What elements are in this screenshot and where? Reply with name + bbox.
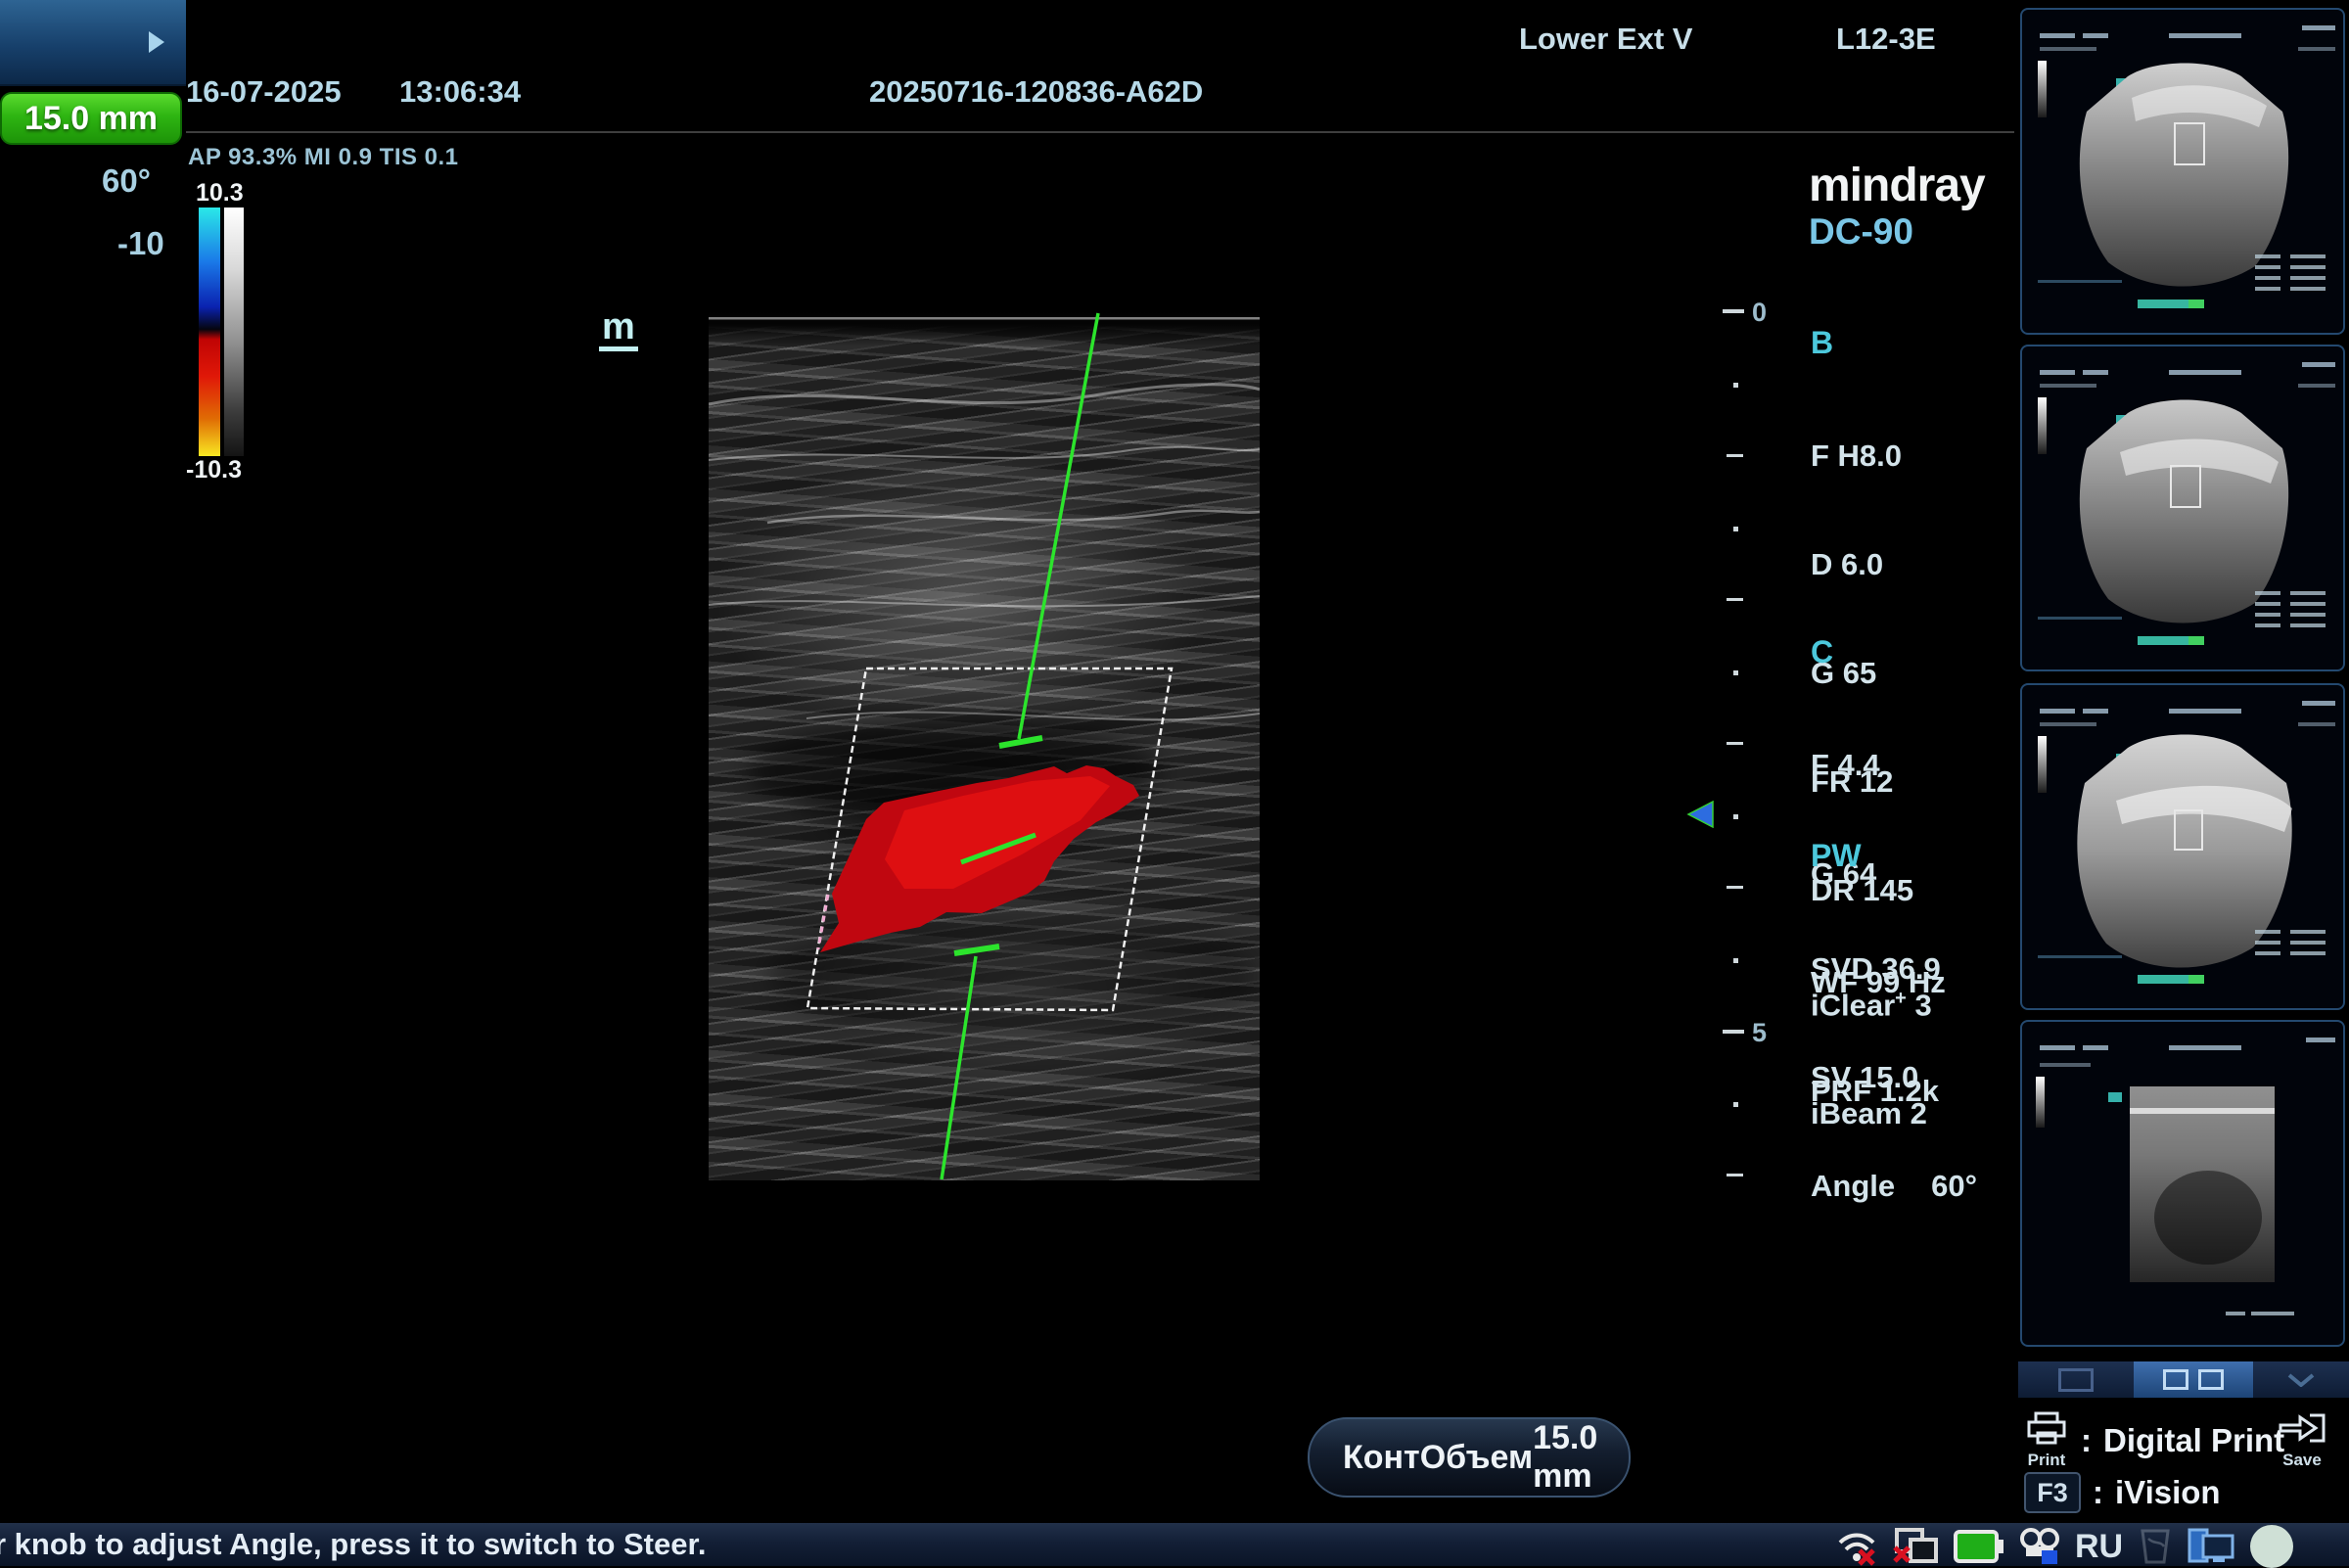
color-scale-min: -10.3 — [186, 456, 242, 484]
print-key-label: Print — [2024, 1451, 2069, 1470]
dual-monitor-icon[interactable] — [2188, 1526, 2236, 1567]
single-view-button[interactable] — [2018, 1361, 2134, 1398]
thumbnail-3-image — [2022, 685, 2343, 1008]
ultrasound-image[interactable] — [709, 311, 1260, 1180]
orientation-marker: m — [599, 307, 638, 351]
save-key[interactable]: Save — [2277, 1411, 2327, 1470]
ivision-action-label: iVision — [2115, 1474, 2221, 1511]
thumbnail-4[interactable] — [2020, 1020, 2345, 1347]
ultrasound-system-screen: { "header": { "date": "16-07-2025", "tim… — [0, 0, 2349, 1566]
thumbnail-annotation-text — [2040, 25, 2335, 51]
print-action-label: Digital Print — [2103, 1422, 2284, 1459]
param-pw-sv: SV 15.0 — [1811, 1059, 1977, 1095]
touchpad-indicator-icon[interactable] — [2250, 1525, 2293, 1568]
exam-id: 20250716-120836-A62D — [869, 74, 1203, 110]
more-views-button[interactable] — [2253, 1361, 2349, 1398]
clipboard-icon[interactable] — [2137, 1527, 2174, 1566]
save-icon — [2277, 1411, 2327, 1445]
display-link-disconnected-icon[interactable] — [1893, 1526, 1940, 1567]
language-indicator[interactable]: RU — [2075, 1528, 2123, 1566]
system-model: DC-90 — [1809, 211, 1913, 253]
thumbnail-3[interactable] — [2020, 683, 2345, 1010]
param-pw-angle: Angle 60° — [1811, 1168, 1977, 1204]
exam-date: 16-07-2025 — [186, 74, 342, 110]
thumbnail-gray-bar — [2038, 61, 2047, 117]
param-b-frequency: F H8.0 — [1811, 438, 1932, 474]
pw-mode-parameters: PW SVD 36.9 SV 15.0 Angle 60° — [1811, 765, 1977, 1240]
print-hint-row: Print : Digital Print — [2024, 1411, 2284, 1470]
skin-line — [709, 317, 1260, 320]
camera-icon[interactable] — [2018, 1527, 2061, 1566]
expand-arrow-icon — [149, 31, 164, 53]
param-pw-svd: SVD 36.9 — [1811, 950, 1977, 987]
printer-icon — [2024, 1411, 2069, 1445]
doppler-color-bar — [199, 208, 244, 456]
doppler-velocity-gradient — [199, 208, 220, 456]
f3-key[interactable]: F3 — [2024, 1472, 2081, 1513]
measure-result-button[interactable]: КонтОбъем 15.0 mm — [1308, 1417, 1631, 1498]
chevron-down-icon — [2287, 1373, 2315, 1387]
single-view-icon — [2058, 1368, 2094, 1392]
pw-angle-label: Angle — [1811, 1168, 1895, 1204]
image-overlay-graphics — [709, 311, 1260, 1180]
exam-time: 13:06:34 — [399, 74, 521, 110]
thumbnail-1[interactable] — [2020, 8, 2345, 335]
status-message: r knob to adjust Angle, press it to swit… — [0, 1527, 706, 1562]
acoustic-power-readout: AP 93.3% MI 0.9 TIS 0.1 — [188, 144, 459, 171]
depth-button-label: 15.0 mm — [24, 100, 158, 138]
battery-icon[interactable] — [1954, 1529, 2004, 1564]
thumbnail-4-image — [2022, 1022, 2343, 1345]
header-divider — [186, 131, 2014, 133]
exam-preset: Lower Ext V — [1519, 22, 1692, 57]
depth-button[interactable]: 15.0 mm — [0, 92, 182, 145]
ivision-hint-row: F3 : iVision — [2024, 1472, 2221, 1513]
depth-label-0: 0 — [1752, 298, 1767, 328]
color-mode-header: C — [1811, 634, 1946, 670]
pw-angle-value: 60° — [1931, 1168, 1977, 1204]
depth-label-5: 5 — [1752, 1018, 1767, 1048]
grid-view-button[interactable] — [2134, 1361, 2253, 1398]
probe-model: L12-3E — [1836, 22, 1936, 57]
brand-logo: mindray — [1809, 159, 1985, 212]
focus-position-marker[interactable] — [1685, 801, 1715, 828]
steer-angle-value: 60° — [102, 162, 151, 200]
grid-view-icon — [2163, 1369, 2188, 1390]
save-key-label: Save — [2277, 1451, 2327, 1470]
quick-menu-panel[interactable] — [0, 0, 186, 86]
color-scale-max: 10.3 — [196, 179, 244, 208]
thumbnail-2[interactable] — [2020, 345, 2345, 671]
grayscale-gradient — [224, 208, 244, 456]
measure-label: КонтОбъем — [1343, 1439, 1533, 1477]
b-mode-header: B — [1811, 325, 1932, 361]
print-key[interactable]: Print — [2024, 1411, 2069, 1470]
pw-mode-header: PW — [1811, 838, 1977, 874]
system-tray: RU — [1834, 1525, 2293, 1568]
thumbnail-view-toolbar — [2018, 1361, 2349, 1398]
steer-value: -10 — [117, 225, 164, 262]
thumbnail-1-image — [2022, 10, 2343, 333]
thumbnail-2-image — [2022, 346, 2343, 669]
fascia-streaks — [709, 385, 1260, 720]
measure-value: 15.0 mm — [1533, 1419, 1597, 1496]
wifi-disconnected-icon[interactable] — [1834, 1527, 1879, 1566]
